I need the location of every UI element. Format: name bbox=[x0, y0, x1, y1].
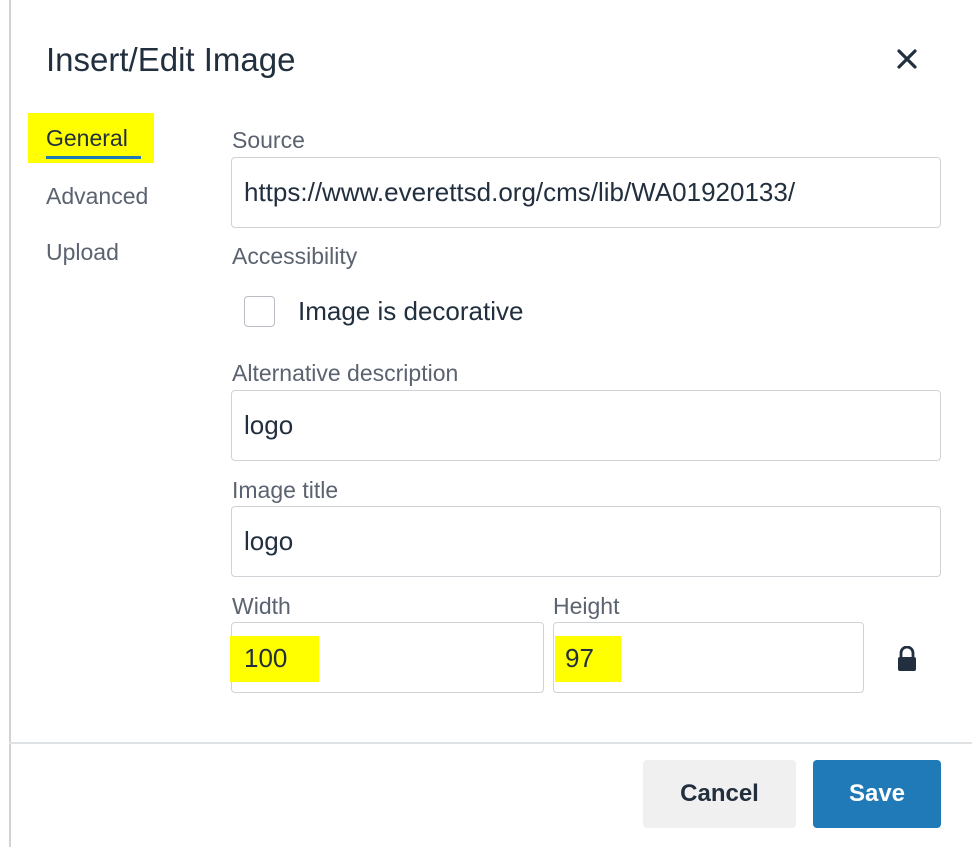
alt-description-input[interactable]: logo bbox=[231, 390, 941, 461]
width-value: 100 bbox=[244, 643, 288, 673]
image-title-value: logo bbox=[244, 526, 294, 556]
alt-description-label: Alternative description bbox=[232, 360, 459, 386]
height-value: 97 bbox=[565, 643, 594, 673]
save-button[interactable]: Save bbox=[813, 760, 941, 828]
source-value: https://www.everettsd.org/cms/lib/WA0192… bbox=[244, 177, 796, 207]
tab-general-underline bbox=[46, 156, 141, 159]
source-label: Source bbox=[232, 127, 305, 153]
tab-general[interactable]: General bbox=[46, 124, 128, 152]
source-input[interactable]: https://www.everettsd.org/cms/lib/WA0192… bbox=[231, 157, 941, 228]
lock-icon bbox=[898, 645, 916, 671]
footer-divider bbox=[9, 742, 972, 744]
alt-description-value: logo bbox=[244, 410, 294, 440]
decorative-checkbox-label: Image is decorative bbox=[298, 296, 524, 326]
dialog-title: Insert/Edit Image bbox=[46, 41, 296, 78]
close-icon bbox=[897, 49, 917, 69]
image-title-input[interactable]: logo bbox=[231, 506, 941, 577]
tab-upload[interactable]: Upload bbox=[46, 238, 119, 266]
image-title-label: Image title bbox=[232, 477, 339, 503]
constrain-proportions-button[interactable] bbox=[897, 645, 917, 672]
height-label: Height bbox=[553, 593, 620, 619]
accessibility-label: Accessibility bbox=[232, 243, 358, 269]
cancel-button[interactable]: Cancel bbox=[643, 760, 796, 828]
decorative-checkbox[interactable] bbox=[244, 296, 275, 327]
tab-advanced[interactable]: Advanced bbox=[46, 182, 148, 210]
width-label: Width bbox=[232, 593, 291, 619]
dialog-left-border bbox=[9, 0, 11, 847]
close-button[interactable] bbox=[888, 40, 926, 78]
